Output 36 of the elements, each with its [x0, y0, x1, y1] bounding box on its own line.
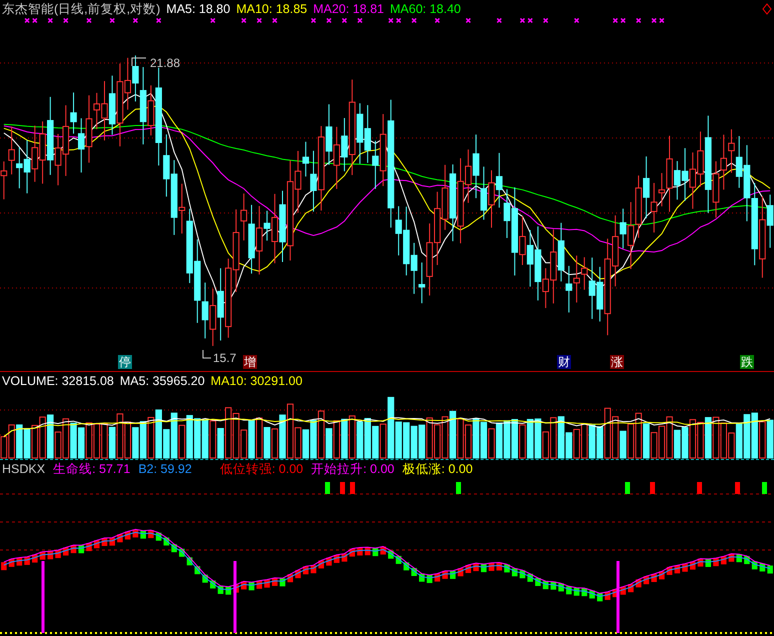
- indicator-label: 开始拉升: 0.00: [311, 460, 394, 478]
- moving-average-label: MA20: 18.81: [313, 2, 384, 16]
- price-label: 15.7: [213, 352, 236, 365]
- spike-bar: [234, 561, 236, 633]
- signal-bar: [340, 482, 345, 494]
- diamond-icon: [762, 3, 772, 15]
- event-marker: 财: [557, 355, 571, 369]
- event-marker: 涨: [610, 355, 624, 369]
- signal-bar: [735, 482, 740, 494]
- event-marker: 停: [118, 355, 132, 369]
- volume-label: VOLUME: 32815.08: [2, 374, 114, 388]
- volume-label: MA5: 35965.20: [120, 374, 205, 388]
- indicator-label: 极低涨: 0.00: [402, 460, 473, 478]
- volume-label: MA10: 30291.00: [210, 374, 302, 388]
- moving-average-label: MA60: 18.40: [390, 2, 461, 16]
- event-marker: 增: [243, 355, 257, 369]
- signal-bar: [350, 482, 355, 494]
- moving-average-label: MA5: 18.80: [166, 2, 230, 16]
- indicator-label: 低位转强: 0.00: [220, 460, 304, 478]
- signal-bar: [650, 482, 655, 494]
- indicator-label: B2: 59.92: [138, 462, 192, 476]
- signal-bar: [456, 482, 461, 494]
- signal-bar: [625, 482, 630, 494]
- event-marker: 跌: [740, 355, 754, 369]
- leader-line: [202, 350, 212, 358]
- spike-bar: [616, 561, 620, 633]
- signal-bar: [762, 482, 767, 494]
- indicator-name: HSDKX: [2, 462, 46, 476]
- spike-bar: [42, 561, 44, 633]
- moving-average-label: MA10: 18.85: [236, 2, 308, 16]
- stock-title: 东杰智能(日线,前复权,对数): [2, 0, 160, 18]
- indicator-label: 生命线: 57.71: [53, 460, 130, 478]
- signal-bar: [325, 482, 330, 494]
- price-label: 21.88: [150, 57, 180, 70]
- signal-bar: [697, 482, 702, 494]
- leader-line: [132, 58, 146, 66]
